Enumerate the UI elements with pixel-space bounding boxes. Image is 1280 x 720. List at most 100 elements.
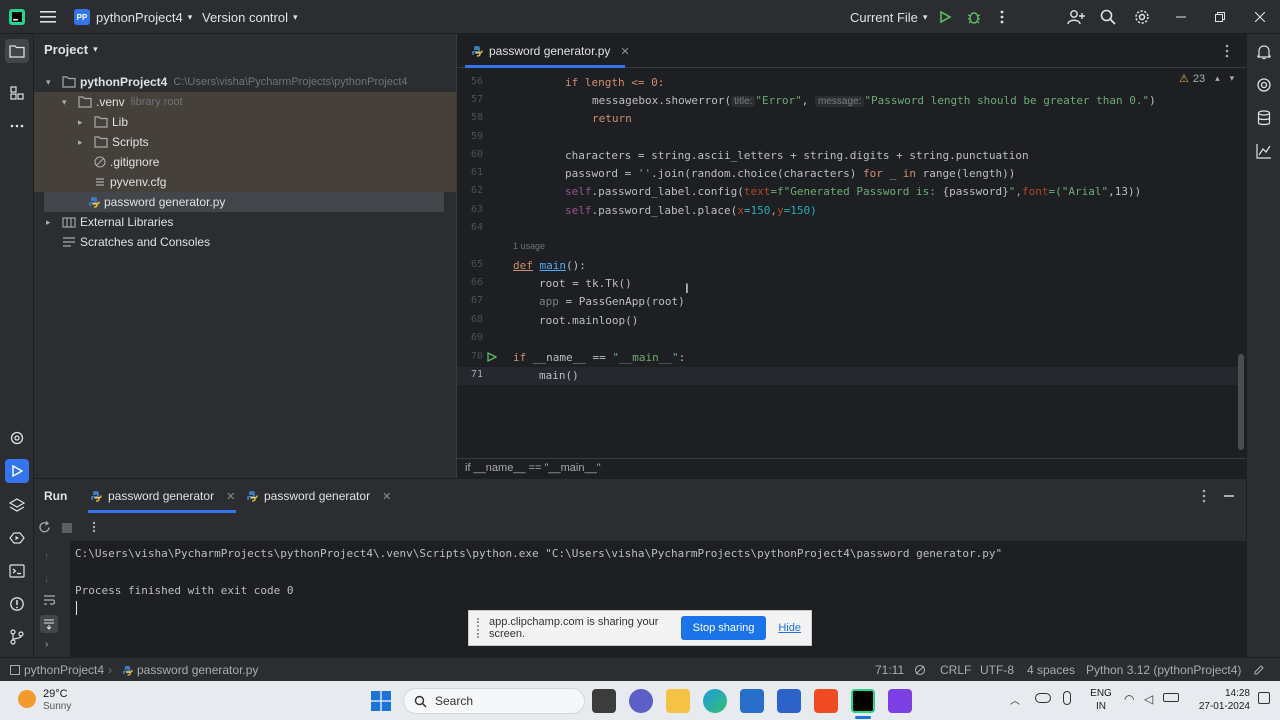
onedrive-cloud-icon[interactable] bbox=[1035, 693, 1051, 703]
code-line-63[interactable]: self.password_label.place(x=150,y=150) bbox=[565, 202, 817, 220]
tree-item-lib[interactable]: ▸ Lib bbox=[34, 112, 456, 132]
settings-button[interactable] bbox=[1134, 0, 1150, 34]
code-line-71[interactable]: main() bbox=[539, 367, 579, 385]
run-gutter-button[interactable] bbox=[487, 352, 497, 362]
minimize-panel-icon[interactable] bbox=[1224, 495, 1234, 497]
sun-weather-icon[interactable] bbox=[18, 690, 36, 708]
language-primary[interactable]: ENG bbox=[1090, 688, 1112, 699]
problems-tool-button[interactable] bbox=[5, 592, 29, 616]
speaker-icon[interactable]: ◁ bbox=[1144, 692, 1153, 706]
breadcrumb[interactable]: if __name__ == "__main__" bbox=[457, 458, 1247, 478]
debug-button[interactable] bbox=[966, 0, 982, 34]
ai-assistant-button[interactable] bbox=[1252, 73, 1276, 97]
soft-wrap-button[interactable] bbox=[43, 595, 56, 606]
python-interpreter[interactable]: Python 3.12 (pythonProject4) bbox=[1086, 658, 1241, 682]
code-line-58[interactable]: return bbox=[592, 110, 632, 128]
code-line-70[interactable]: if __name__ == "__main__": bbox=[513, 349, 685, 367]
microsoft-store-icon[interactable] bbox=[740, 689, 764, 713]
vcs-menu[interactable]: Version control ▾ bbox=[202, 0, 298, 34]
usage-hint[interactable]: 1 usage bbox=[513, 241, 545, 251]
weather-desc[interactable]: Sunny bbox=[43, 701, 71, 712]
battery-icon[interactable] bbox=[1163, 693, 1179, 702]
weather-temp[interactable]: 29°C bbox=[43, 688, 68, 700]
edge-browser-icon[interactable] bbox=[703, 689, 727, 713]
clock-time[interactable]: 14:28 bbox=[1190, 688, 1250, 699]
no-autosave-icon[interactable] bbox=[914, 658, 926, 682]
editor-tab-password-generator[interactable]: password generator.py ✕ bbox=[465, 34, 636, 68]
run-tab-2[interactable]: password generator ✕ bbox=[246, 479, 391, 513]
close-tab-icon[interactable]: ✕ bbox=[226, 490, 235, 503]
stop-sharing-button[interactable]: Stop sharing bbox=[680, 616, 767, 640]
run-tool-button[interactable] bbox=[5, 459, 29, 483]
tree-item-project-root[interactable]: ▾ pythonProject4 C:\Users\visha\PycharmP… bbox=[34, 72, 456, 92]
wifi-icon[interactable]: ◠ bbox=[1124, 692, 1134, 706]
code-line-56[interactable]: if length <= 0: bbox=[565, 74, 664, 92]
code-with-me-button[interactable] bbox=[1067, 0, 1085, 34]
chevron-up-icon[interactable]: ︿ bbox=[1010, 692, 1020, 707]
vs-code-icon[interactable] bbox=[777, 689, 801, 713]
project-switcher[interactable]: PP pythonProject4 ▾ bbox=[74, 0, 192, 34]
code-line-61[interactable]: password = ''.join(random.choice(charact… bbox=[565, 165, 1015, 183]
services-tool-button[interactable] bbox=[5, 526, 29, 550]
tree-item-external-libraries[interactable]: ▸ External Libraries bbox=[34, 212, 456, 232]
python-packages-button[interactable] bbox=[5, 426, 29, 450]
language-secondary[interactable]: IN bbox=[1090, 701, 1112, 712]
line-separator[interactable]: CRLF bbox=[940, 658, 971, 682]
project-tool-button[interactable] bbox=[5, 39, 29, 63]
editor-scrollbar[interactable] bbox=[1238, 354, 1244, 450]
layers-tool-button[interactable] bbox=[5, 493, 29, 517]
code-line-62[interactable]: self.password_label.config(text=f"Genera… bbox=[565, 183, 1141, 201]
search-button[interactable] bbox=[1100, 0, 1116, 34]
code-line-60[interactable]: characters = string.ascii_letters + stri… bbox=[565, 147, 1029, 165]
more-actions-button[interactable] bbox=[1000, 0, 1004, 34]
clock-date[interactable]: 27-01-2024 bbox=[1190, 701, 1250, 712]
minimize-button[interactable] bbox=[1176, 0, 1186, 34]
code-line-67[interactable]: app = PassGenApp(root) bbox=[539, 293, 685, 311]
microphone-icon[interactable] bbox=[1063, 691, 1071, 705]
caret-position[interactable]: 71:11 bbox=[875, 658, 904, 682]
scroll-to-end-button[interactable] bbox=[40, 615, 58, 633]
sciview-button[interactable] bbox=[1252, 139, 1276, 163]
tree-item-password-generator[interactable]: password generator.py bbox=[44, 192, 444, 212]
stop-button[interactable] bbox=[62, 523, 72, 533]
tab-options-button[interactable] bbox=[1225, 44, 1229, 58]
chevron-right-icon[interactable]: › bbox=[45, 639, 48, 650]
tree-item-gitignore[interactable]: .gitignore bbox=[34, 152, 456, 172]
windows-start-button[interactable] bbox=[371, 691, 391, 711]
task-view-icon[interactable] bbox=[592, 689, 616, 713]
run-tab-1[interactable]: password generator ✕ bbox=[90, 479, 235, 513]
teams-chat-icon[interactable] bbox=[629, 689, 653, 713]
taskbar-search-box[interactable]: Search bbox=[403, 688, 585, 714]
lock-icon[interactable] bbox=[1253, 658, 1265, 682]
code-line-57[interactable]: messagebox.showerror(title: "Error", mess… bbox=[592, 92, 1156, 110]
file-explorer-icon[interactable] bbox=[666, 689, 690, 713]
code-line-66[interactable]: root = tk.Tk() bbox=[539, 275, 632, 293]
git-tool-button[interactable] bbox=[5, 625, 29, 649]
run-config-selector[interactable]: Current File ▾ bbox=[850, 0, 927, 34]
more-tools-button[interactable] bbox=[5, 114, 29, 138]
tree-item-venv[interactable]: ▾ .venv library root bbox=[34, 92, 456, 112]
database-button[interactable] bbox=[1252, 106, 1276, 130]
status-breadcrumb-project[interactable]: pythonProject4 bbox=[10, 658, 104, 682]
structure-tool-button[interactable] bbox=[5, 81, 29, 105]
run-button[interactable] bbox=[938, 0, 952, 34]
project-panel-header[interactable]: Project ▾ bbox=[44, 42, 98, 57]
close-tab-icon[interactable]: ✕ bbox=[382, 490, 391, 503]
notification-center-icon[interactable] bbox=[1258, 692, 1270, 704]
file-encoding[interactable]: UTF-8 bbox=[980, 658, 1014, 682]
pycharm-taskbar-icon[interactable] bbox=[851, 689, 875, 713]
hide-banner-link[interactable]: Hide bbox=[778, 622, 801, 634]
rerun-button[interactable] bbox=[38, 521, 51, 534]
scroll-down-icon[interactable]: ↓ bbox=[44, 573, 50, 585]
close-window-button[interactable] bbox=[1255, 0, 1265, 34]
main-menu-button[interactable] bbox=[40, 0, 56, 34]
indent-setting[interactable]: 4 spaces bbox=[1027, 658, 1075, 682]
drag-handle-icon[interactable] bbox=[477, 618, 483, 638]
tree-item-scripts[interactable]: ▸ Scripts bbox=[34, 132, 456, 152]
status-breadcrumb-file[interactable]: password generator.py bbox=[122, 658, 258, 682]
inspections-widget[interactable]: ⚠ 23 ▴ ▾ bbox=[1179, 72, 1234, 86]
brave-browser-icon[interactable] bbox=[814, 689, 838, 713]
run-more-button[interactable] bbox=[92, 521, 96, 533]
run-options-button[interactable] bbox=[1202, 489, 1206, 503]
tree-item-pyvenv-cfg[interactable]: pyvenv.cfg bbox=[34, 172, 456, 192]
